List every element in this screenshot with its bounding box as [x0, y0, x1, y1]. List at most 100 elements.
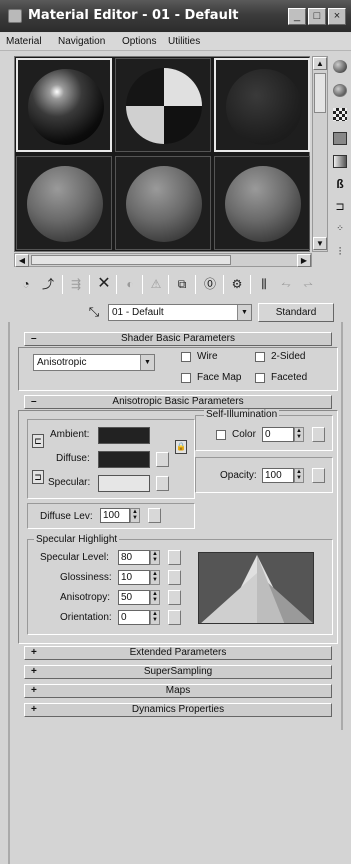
collapse-icon: –	[31, 333, 37, 344]
sample-slot-6[interactable]	[214, 156, 310, 250]
pick-from-object-icon[interactable]: ⤡	[84, 304, 104, 320]
material-name-field[interactable]: 01 - Default ▼	[108, 304, 252, 321]
self-illum-value-field[interactable]: 0	[262, 427, 294, 442]
material-type-button[interactable]: Standard	[258, 303, 334, 322]
assign-to-selection-icon[interactable]: ⇶	[66, 274, 86, 294]
sample-slot-4[interactable]	[16, 156, 112, 250]
video-color-check-icon[interactable]	[333, 155, 347, 168]
make-preview-icon[interactable]: ß	[333, 178, 347, 191]
scroll-down-arrow-icon[interactable]: ▼	[313, 237, 327, 250]
diffuse-map-button[interactable]	[156, 452, 169, 467]
shader-type-dropdown[interactable]: Anisotropic ▼	[33, 354, 155, 371]
sample-slot-3[interactable]	[214, 58, 310, 152]
glossiness-field[interactable]: 10	[118, 570, 150, 585]
options-icon[interactable]: ⊐	[333, 201, 347, 214]
anisotropy-map-button[interactable]	[168, 590, 181, 605]
scroll-right-arrow-icon[interactable]: ▶	[297, 254, 311, 267]
menu-options[interactable]: Options	[122, 36, 156, 47]
put-to-scene-icon[interactable]: ⤴	[38, 274, 58, 294]
rollout-title: Shader Basic Parameters	[121, 333, 235, 344]
show-map-in-viewport-icon[interactable]: ⚙	[227, 274, 247, 294]
scroll-left-arrow-icon[interactable]: ◀	[15, 254, 29, 267]
scroll-up-arrow-icon[interactable]: ▲	[313, 57, 327, 70]
specular-level-map-button[interactable]	[168, 550, 181, 565]
show-end-result-icon[interactable]: ⫼	[254, 274, 274, 294]
scroll-thumb[interactable]	[314, 73, 326, 113]
opacity-map-button[interactable]	[312, 468, 325, 483]
chevron-down-icon: ▼	[237, 305, 251, 320]
background-checker-icon[interactable]	[333, 108, 347, 121]
rollout-header-shader-basic[interactable]: – Shader Basic Parameters	[24, 332, 332, 346]
sample-slot-1[interactable]	[16, 58, 112, 152]
specular-level-label: Specular Level:	[40, 552, 109, 563]
menu-material[interactable]: Material	[6, 36, 42, 47]
spinner-arrows-icon[interactable]: ▲ ▼	[294, 427, 304, 442]
two-sided-checkbox[interactable]	[255, 352, 265, 362]
go-to-parent-icon[interactable]: ⥊	[276, 274, 296, 294]
material-toolbar: ◔ ⤴ ⇶ ✕ ◐ ⚠ ⧉ ⓪ ⚙ ⫼ ⥊ ⥋	[16, 274, 350, 298]
lock-icon[interactable]: 🔒	[175, 440, 187, 454]
lock-ambient-diffuse-icon[interactable]: ⊏	[32, 434, 44, 448]
go-forward-to-sibling-icon[interactable]: ⥋	[298, 274, 318, 294]
spinner-arrows-icon[interactable]: ▲ ▼	[150, 590, 160, 605]
maximize-button[interactable]: □	[308, 8, 326, 25]
reset-map-icon[interactable]: ✕	[94, 274, 114, 294]
diffuse-color-swatch[interactable]	[98, 451, 150, 468]
spinner-arrows-icon[interactable]: ▲ ▼	[130, 508, 140, 523]
select-by-material-icon[interactable]: ⁘	[333, 222, 347, 235]
shader-basic-rollout: Anisotropic ▼ Wire 2-Sided Face Map Face…	[18, 347, 338, 391]
orientation-map-button[interactable]	[168, 610, 181, 625]
sample-type-icon[interactable]	[333, 60, 347, 73]
spinner-arrows-icon[interactable]: ▲ ▼	[150, 570, 160, 585]
glossiness-map-button[interactable]	[168, 570, 181, 585]
slots-vertical-scrollbar[interactable]: ▲ ▼	[312, 56, 328, 252]
menu-utilities[interactable]: Utilities	[168, 36, 200, 47]
h-scroll-thumb[interactable]	[31, 255, 231, 265]
faceted-checkbox[interactable]	[255, 373, 265, 383]
sample-slot-2[interactable]	[115, 58, 211, 152]
diffuse-level-field[interactable]: 100	[100, 508, 130, 523]
collapse-icon: –	[31, 396, 37, 407]
sample-uv-tiling-icon[interactable]	[333, 132, 347, 145]
diffuse-label: Diffuse:	[56, 453, 90, 464]
rollout-header-extended-parameters[interactable]: + Extended Parameters	[24, 646, 332, 660]
spinner-arrows-icon[interactable]: ▲ ▼	[150, 550, 160, 565]
wire-checkbox[interactable]	[181, 352, 191, 362]
glossiness-label: Glossiness:	[60, 572, 112, 583]
diffuse-level-group: Diffuse Lev: 100 ▲ ▼	[27, 503, 195, 529]
make-copy-icon[interactable]: ◐	[120, 274, 140, 294]
backlight-icon[interactable]	[333, 84, 347, 97]
specular-level-field[interactable]: 80	[118, 550, 150, 565]
self-illum-color-checkbox[interactable]	[216, 430, 226, 440]
app-icon	[8, 9, 22, 23]
slots-horizontal-scrollbar[interactable]: ◀ ▶	[14, 253, 312, 267]
orientation-field[interactable]: 0	[118, 610, 150, 625]
diffuse-level-map-button[interactable]	[148, 508, 161, 523]
anisotropy-field[interactable]: 50	[118, 590, 150, 605]
rollout-header-anisotropic-basic[interactable]: – Anisotropic Basic Parameters	[24, 395, 332, 409]
opacity-value-field[interactable]: 100	[262, 468, 294, 483]
ambient-color-swatch[interactable]	[98, 427, 150, 444]
rollout-header-dynamics-properties[interactable]: + Dynamics Properties	[24, 703, 332, 717]
minimize-button[interactable]: _	[288, 8, 306, 25]
close-button[interactable]: ×	[328, 8, 346, 25]
spinner-arrows-icon[interactable]: ▲ ▼	[294, 468, 304, 483]
get-material-icon[interactable]: ◔	[16, 274, 36, 294]
make-unique-icon[interactable]: ⚠	[146, 274, 166, 294]
rollout-header-maps[interactable]: + Maps	[24, 684, 332, 698]
lock-diffuse-specular-icon[interactable]: ⊐	[32, 470, 44, 484]
specular-color-swatch[interactable]	[98, 475, 150, 492]
rollout-header-supersampling[interactable]: + SuperSampling	[24, 665, 332, 679]
put-to-library-icon[interactable]: ⧉	[172, 274, 192, 294]
menu-navigation[interactable]: Navigation	[58, 36, 105, 47]
rollout-title: Extended Parameters	[129, 647, 227, 658]
specular-map-button[interactable]	[156, 476, 169, 491]
face-map-checkbox[interactable]	[181, 373, 191, 383]
spinner-arrows-icon[interactable]: ▲ ▼	[150, 610, 160, 625]
self-illum-map-button[interactable]	[312, 427, 325, 442]
material-id-channel-icon[interactable]: ⓪	[200, 274, 220, 294]
rollout-title: Maps	[165, 685, 191, 696]
material-navigator-icon[interactable]: ⫶	[333, 246, 347, 259]
anisotropy-label: Anisotropy:	[60, 592, 111, 603]
sample-slot-5[interactable]	[115, 156, 211, 250]
